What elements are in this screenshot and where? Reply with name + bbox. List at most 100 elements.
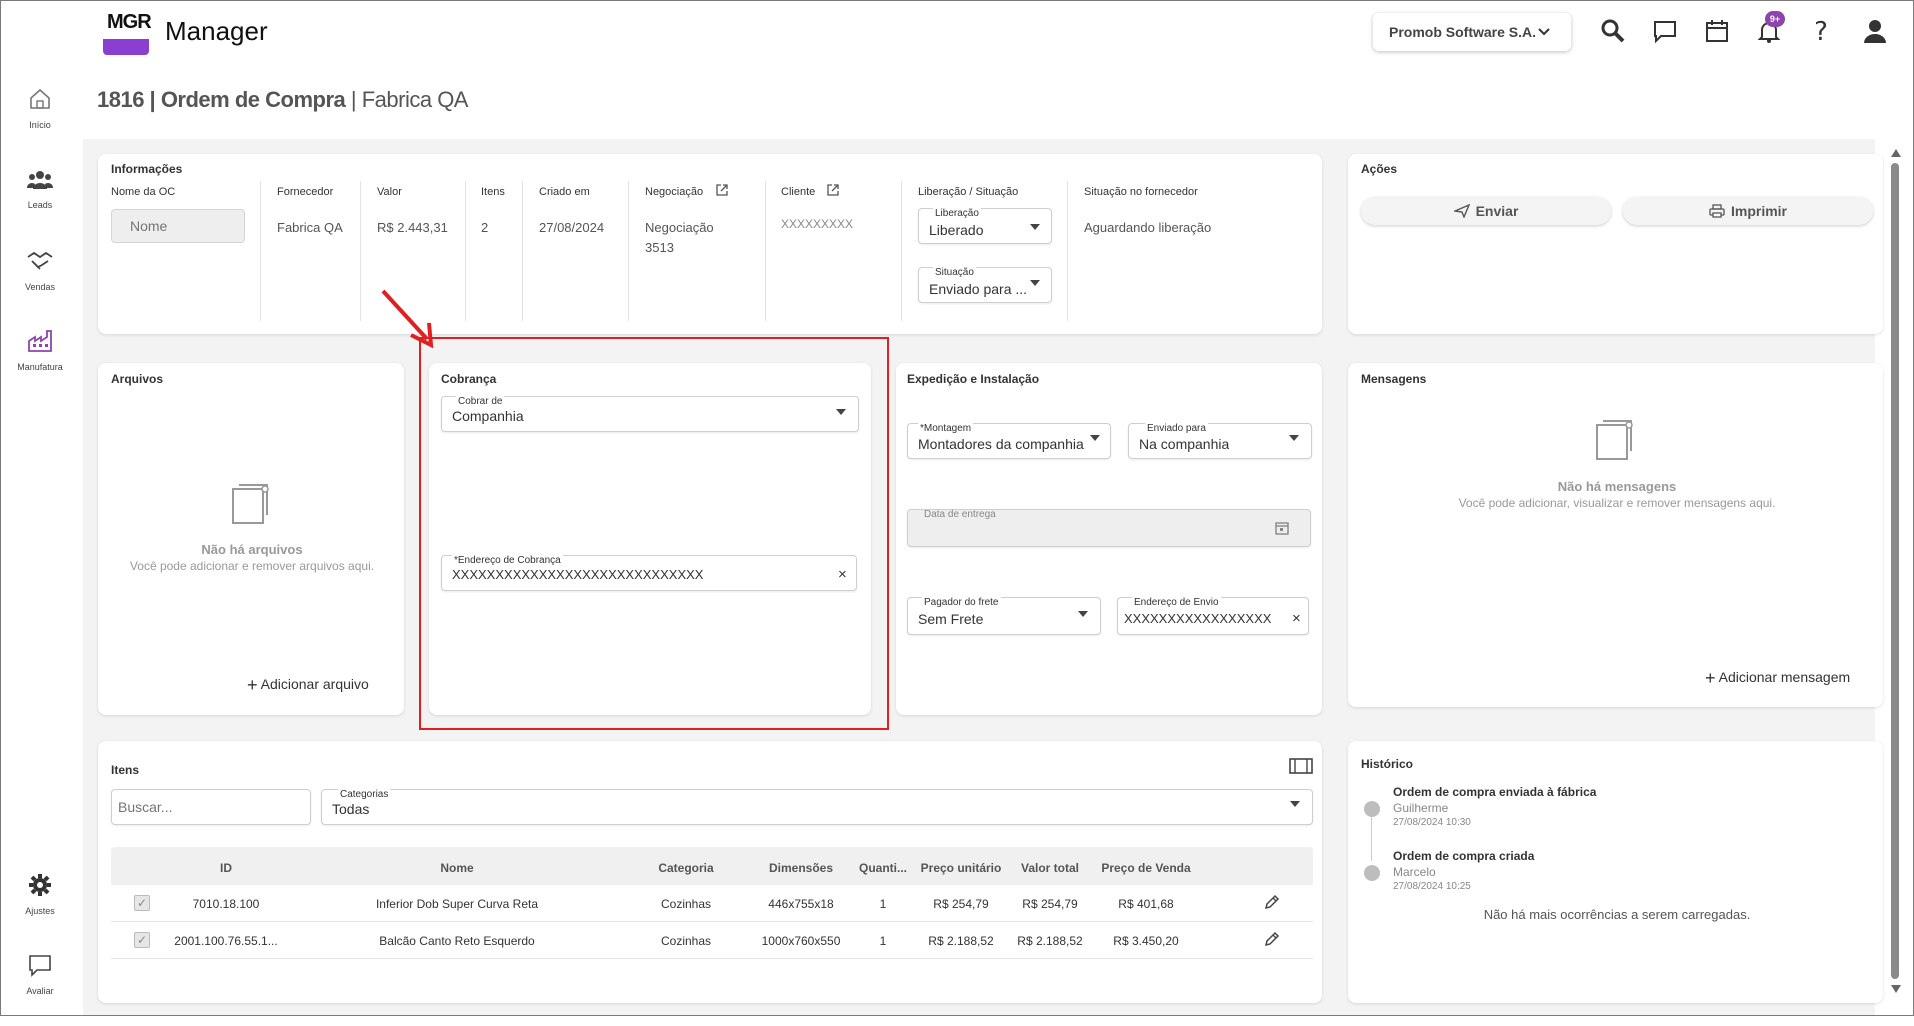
history-event-time: 27/08/2024 10:25	[1393, 881, 1471, 892]
oc-name-input[interactable]	[111, 209, 245, 243]
gear-icon	[29, 874, 51, 896]
categories-value: Todas	[332, 801, 370, 817]
column-header-quantity[interactable]: Quanti...	[855, 861, 911, 875]
column-header-total[interactable]: Valor total	[1005, 861, 1095, 875]
company-selector[interactable]: Promob Software S.A.	[1373, 13, 1571, 51]
row-checkbox[interactable]: ✓	[134, 932, 150, 948]
sidebar-item-leads[interactable]: Leads	[1, 169, 79, 210]
svg-text:?: ?	[1814, 17, 1828, 45]
files-empty-sub: Você pode adicionar e remover arquivos a…	[129, 559, 375, 573]
column-header-name[interactable]: Nome	[357, 861, 557, 875]
calendar-icon[interactable]	[1274, 520, 1290, 536]
external-link-icon[interactable]	[826, 183, 840, 197]
situation-select[interactable]: Situação Enviado para ...	[918, 267, 1052, 303]
delivery-date-field[interactable]: Data de entrega	[907, 509, 1311, 547]
cell-total: R$ 254,79	[1022, 897, 1078, 911]
scrollbar-thumb[interactable]	[1891, 163, 1899, 979]
help-icon[interactable]: ?	[1807, 17, 1835, 45]
sidebar-item-ajustes[interactable]: Ajustes	[1, 873, 79, 916]
column-header-dimensions[interactable]: Dimensões	[751, 861, 851, 875]
scroll-down-icon[interactable]	[1891, 985, 1901, 993]
caret-down-icon	[1078, 611, 1088, 617]
supplier-label: Fornecedor	[277, 186, 334, 198]
send-button[interactable]: Enviar	[1361, 197, 1611, 225]
categories-select[interactable]: Categorias Todas	[321, 789, 1313, 825]
logo-shape	[103, 39, 149, 55]
cell-quantity: 1	[879, 934, 887, 948]
add-file-button[interactable]: + Adicionar arquivo	[247, 675, 369, 696]
history-event: Ordem de compra criada Marcelo 27/08/202…	[1393, 849, 1853, 892]
assembly-value: Montadores da companhia	[918, 436, 1084, 452]
actions-title: Ações	[1361, 162, 1398, 176]
external-link-icon[interactable]	[715, 183, 729, 197]
sidebar-item-manufatura[interactable]: Manufatura	[1, 329, 79, 372]
sidebar-item-avaliar[interactable]: Avaliar	[1, 953, 79, 996]
notifications[interactable]: 9+	[1755, 11, 1785, 45]
scroll-up-icon[interactable]	[1891, 149, 1901, 157]
files-card	[98, 363, 404, 715]
sidebar-item-inicio[interactable]: Início	[1, 87, 79, 130]
edit-pencil-icon[interactable]	[1263, 893, 1281, 911]
column-header-unit-price[interactable]: Preço unitário	[911, 861, 1011, 875]
value-value: R$ 2.443,31	[377, 220, 448, 235]
release-value: Liberado	[929, 222, 984, 238]
clear-icon[interactable]: ×	[1292, 610, 1301, 627]
freight-payer-value: Sem Frete	[918, 611, 984, 627]
edit-pencil-icon[interactable]	[1263, 930, 1281, 948]
company-name: Promob Software S.A.	[1389, 24, 1537, 40]
sidebar-item-vendas[interactable]: Vendas	[1, 249, 79, 292]
timeline-line	[1371, 817, 1372, 861]
supplier-value: Fabrica QA	[277, 220, 343, 235]
freight-payer-select[interactable]: Pagador do frete Sem Frete	[907, 597, 1101, 635]
divider	[765, 181, 766, 321]
sidebar-item-label: Avaliar	[26, 986, 54, 996]
value-label: Valor	[377, 186, 402, 198]
add-message-button[interactable]: + Adicionar mensagem	[1705, 668, 1850, 689]
history-event: Ordem de compra enviada à fábrica Guilhe…	[1393, 785, 1853, 828]
scrollbar[interactable]	[1889, 149, 1903, 995]
user-avatar-icon[interactable]	[1861, 17, 1889, 45]
column-header-id[interactable]: ID	[161, 861, 291, 875]
divider	[628, 181, 629, 321]
client-value: XXXXXXXXX	[781, 217, 854, 231]
cell-dimensions: 446x755x18	[768, 897, 834, 911]
app-window: MGR Manager Promob Software S.A. 9+ ? In…	[0, 0, 1914, 1016]
calendar-icon[interactable]	[1703, 17, 1731, 45]
cell-id: 7010.18.100	[192, 897, 260, 911]
sent-to-select[interactable]: Enviado para Na companhia	[1128, 423, 1312, 459]
created-label: Criado em	[539, 186, 590, 198]
release-select[interactable]: Liberação Liberado	[918, 208, 1052, 244]
sidebar-item-label: Ajustes	[25, 906, 55, 916]
column-header-sale-price[interactable]: Preço de Venda	[1091, 861, 1201, 875]
divider	[522, 181, 523, 321]
search-icon[interactable]	[1599, 17, 1627, 45]
history-event-user: Guilherme	[1393, 801, 1449, 815]
columns-icon[interactable]	[1289, 757, 1313, 775]
messages-empty-sub: Você pode adicionar, visualizar e remove…	[1458, 496, 1776, 510]
supplier-status-label: Situação no fornecedor	[1084, 186, 1198, 198]
items-title: Itens	[111, 763, 140, 777]
print-button[interactable]: Imprimir	[1623, 197, 1873, 225]
history-event-user: Marcelo	[1393, 865, 1436, 879]
chat-icon[interactable]	[1651, 17, 1679, 45]
cell-quantity: 1	[879, 897, 887, 911]
negotiation-value[interactable]: Negociação 3513	[645, 218, 735, 258]
cell-category: Cozinhas	[660, 897, 712, 911]
history-event-title: Ordem de compra criada	[1393, 849, 1535, 863]
logo[interactable]: MGR	[101, 11, 152, 57]
ship-address-field[interactable]: Endereço de Envio XXXXXXXXXXXXXXXXX ×	[1117, 597, 1309, 635]
print-label: Imprimir	[1730, 203, 1787, 219]
situation-label: Situação	[933, 267, 976, 278]
items-value: 2	[481, 220, 489, 235]
divider	[260, 181, 261, 321]
sidebar-item-label: Manufatura	[17, 362, 63, 372]
divider	[465, 181, 466, 321]
cell-category: Cozinhas	[660, 934, 712, 948]
items-search-input[interactable]	[111, 789, 311, 825]
assembly-select[interactable]: *Montagem Montadores da companhia	[907, 423, 1111, 459]
oc-name-label: Nome da OC	[111, 186, 176, 198]
column-header-category[interactable]: Categoria	[641, 861, 731, 875]
sent-to-label: Enviado para	[1145, 423, 1208, 434]
row-checkbox[interactable]: ✓	[134, 895, 150, 911]
empty-document-icon	[1596, 420, 1633, 460]
